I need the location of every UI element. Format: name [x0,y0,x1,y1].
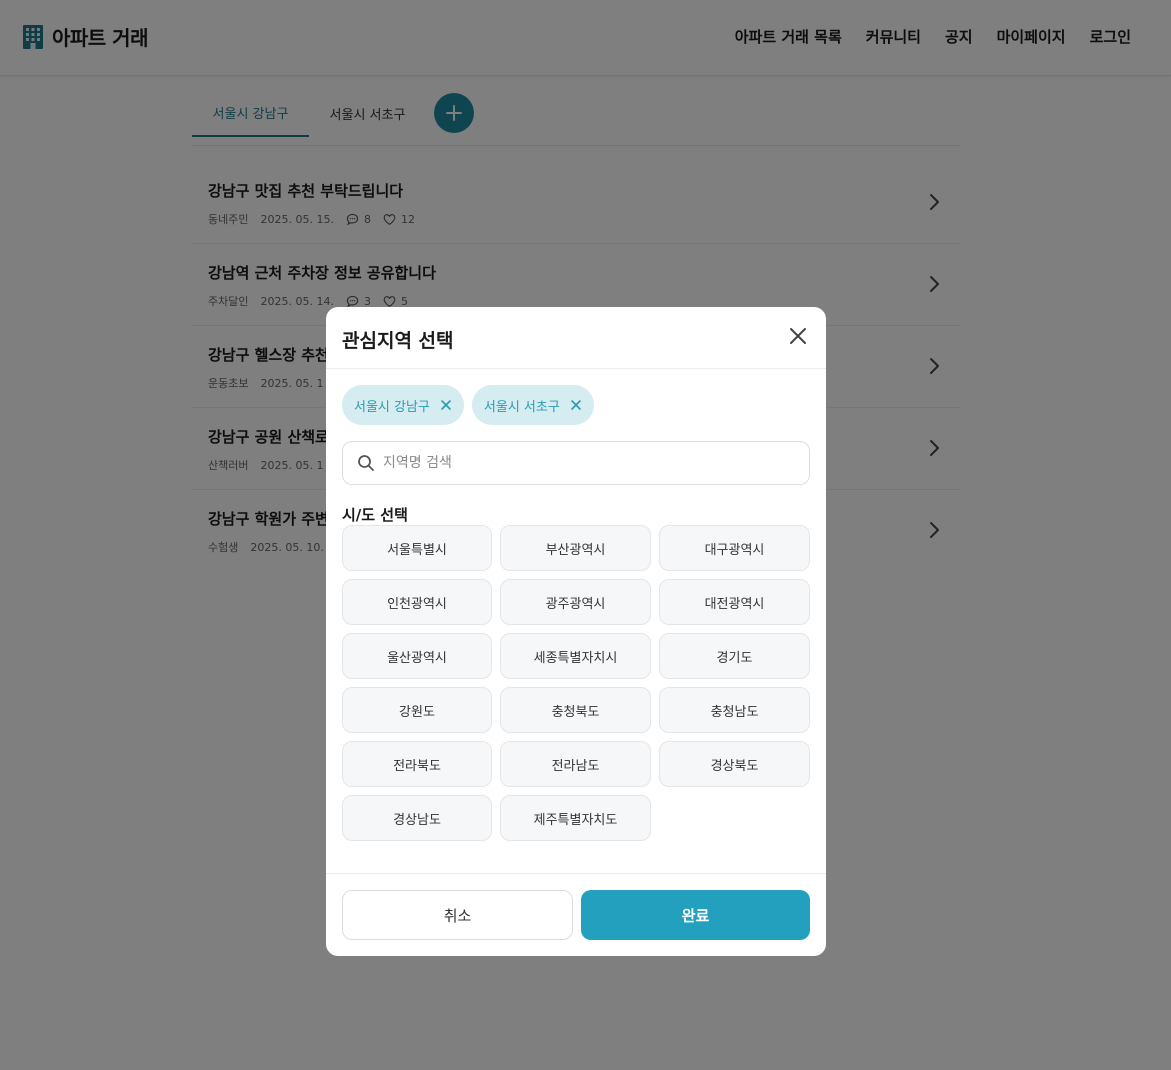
region-option[interactable]: 인천광역시 [342,579,492,625]
region-option[interactable]: 전라남도 [500,741,651,787]
province-section-label: 시/도 선택 [342,506,408,524]
close-icon[interactable] [788,326,808,346]
remove-chip-icon[interactable] [440,399,452,411]
region-option[interactable]: 광주광역시 [500,579,651,625]
region-option[interactable]: 전라북도 [342,741,492,787]
region-option[interactable]: 경기도 [659,633,810,679]
region-search-box [342,441,810,485]
region-option[interactable]: 충청북도 [500,687,651,733]
chip-label: 서울시 서초구 [483,399,560,415]
modal-header: 관심지역 선택 [326,307,826,369]
region-option[interactable]: 경상북도 [659,741,810,787]
region-select-modal: 관심지역 선택 서울시 강남구 서울시 서초구 시/도 선택 서울특별시 부산광… [326,307,826,956]
region-option[interactable]: 제주특별자치도 [500,795,651,841]
modal-footer: 취소 완료 [326,873,826,956]
selected-chip: 서울시 서초구 [471,385,594,425]
region-option[interactable]: 대전광역시 [659,579,810,625]
selected-chip: 서울시 강남구 [342,385,464,425]
region-option[interactable]: 대구광역시 [659,525,810,571]
region-option[interactable]: 강원도 [342,687,492,733]
remove-chip-icon[interactable] [570,399,582,411]
region-option[interactable]: 부산광역시 [500,525,651,571]
region-option[interactable]: 충청남도 [659,687,810,733]
region-option[interactable]: 경상남도 [342,795,492,841]
modal-title: 관심지역 선택 [342,330,454,352]
cancel-button[interactable]: 취소 [342,890,573,940]
search-icon [358,455,374,471]
done-button[interactable]: 완료 [581,890,810,940]
region-option[interactable]: 세종특별자치시 [500,633,651,679]
selected-regions: 서울시 강남구 서울시 서초구 [342,385,594,425]
province-grid: 서울특별시 부산광역시 대구광역시 인천광역시 광주광역시 대전광역시 울산광역… [342,525,810,841]
region-option[interactable]: 울산광역시 [342,633,492,679]
region-search-input[interactable] [383,455,783,471]
chip-label: 서울시 강남구 [354,399,430,415]
region-option[interactable]: 서울특별시 [342,525,492,571]
